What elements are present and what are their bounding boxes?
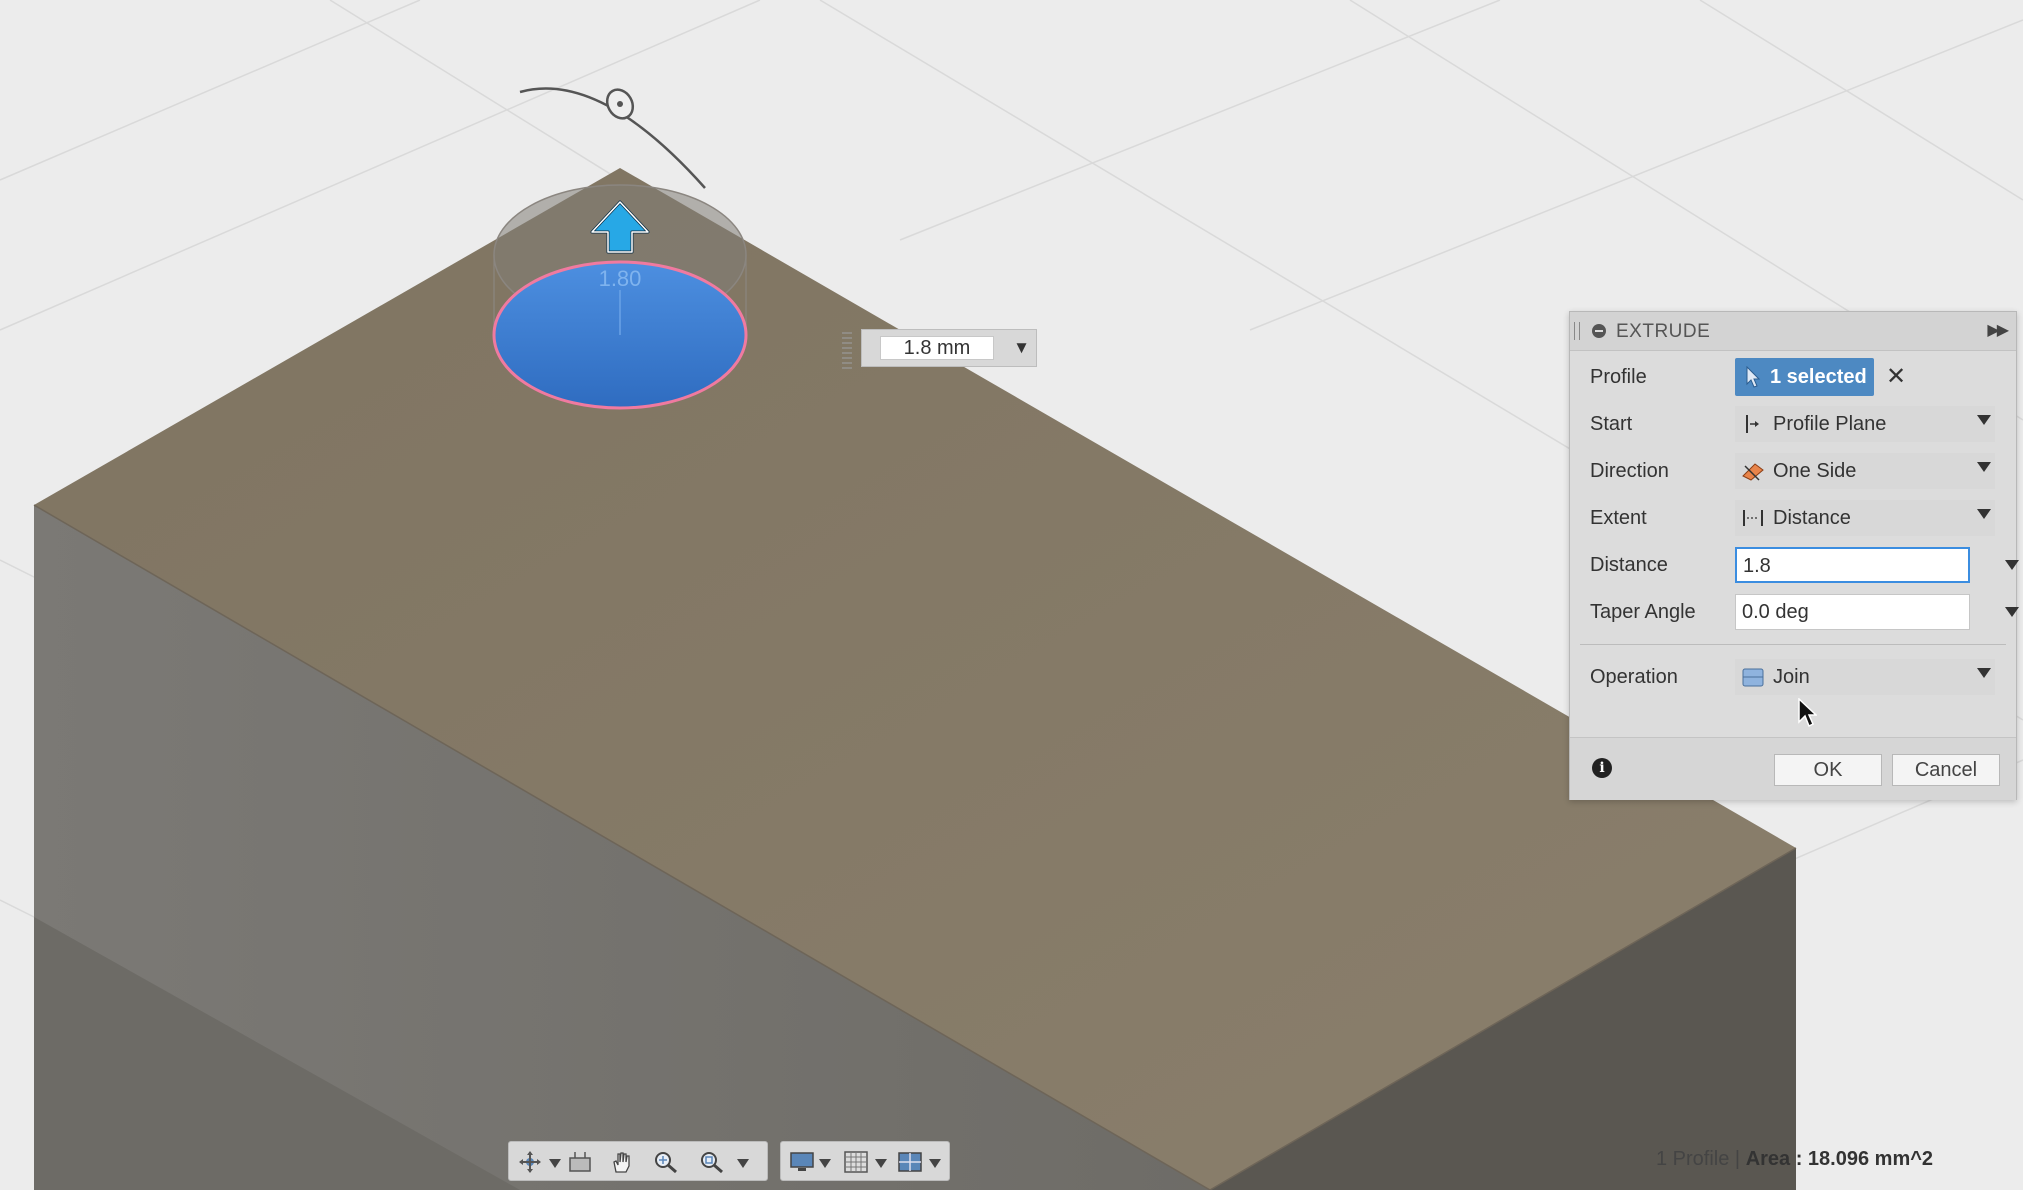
distance-value: 1.8 [1743, 555, 1771, 577]
chevron-down-icon[interactable] [737, 1159, 749, 1168]
chevron-down-icon[interactable] [549, 1159, 561, 1168]
direction-dropdown[interactable]: One Side [1735, 453, 1995, 489]
taper-angle-value: 0.0 deg [1742, 601, 1809, 623]
zoom-icon[interactable] [653, 1150, 679, 1174]
orbit-icon[interactable] [517, 1150, 543, 1174]
mouse-pointer-icon [1798, 698, 1817, 728]
status-readout: 1 Profile | Area : 18.096 mm^2 [1656, 1148, 1933, 1171]
operation-value: Join [1773, 666, 1810, 688]
taper-angle-handle[interactable] [602, 85, 638, 123]
distance-manipulator-box: 1.8 mm ▼ [861, 329, 1037, 367]
look-at-icon[interactable] [567, 1150, 593, 1174]
pan-icon[interactable] [609, 1150, 635, 1174]
collapse-icon[interactable] [1592, 324, 1606, 338]
chevron-down-icon[interactable] [929, 1159, 941, 1168]
extrude-dialog: EXTRUDE ▶▶ Profile 1 selected ✕ Start Pr… [1569, 311, 2019, 800]
operation-dropdown[interactable]: Join [1735, 659, 1995, 695]
display-toolbar [780, 1141, 950, 1181]
profile-count: 1 Profile [1656, 1148, 1730, 1170]
cancel-button[interactable]: Cancel [1892, 754, 2000, 786]
join-icon [1742, 668, 1764, 687]
profile-selection-button[interactable]: 1 selected [1735, 358, 1874, 396]
clear-selection-icon[interactable]: ✕ [1886, 362, 1906, 391]
distance-icon [1743, 510, 1763, 526]
operation-label: Operation [1590, 666, 1678, 688]
chevron-down-icon[interactable] [819, 1159, 831, 1168]
profile-plane-icon [1746, 415, 1759, 433]
distance-manipulator-input[interactable]: 1.8 mm [880, 336, 994, 360]
start-value: Profile Plane [1773, 413, 1887, 435]
chevron-down-icon[interactable] [875, 1159, 887, 1168]
direction-value: One Side [1773, 460, 1857, 482]
divider [1580, 644, 2006, 645]
chevron-down-icon [1977, 462, 1991, 472]
profile-label: Profile [1590, 366, 1647, 388]
dialog-title: EXTRUDE [1616, 321, 1711, 342]
chevron-down-icon [1977, 509, 1991, 519]
status-separator: | [1729, 1148, 1746, 1170]
taper-angle-input[interactable]: 0.0 deg [1735, 594, 1970, 630]
grid-icon[interactable] [843, 1150, 869, 1174]
chevron-down-icon [1977, 415, 1991, 425]
drag-handle-icon[interactable] [1574, 322, 1580, 340]
display-settings-icon[interactable] [789, 1150, 815, 1174]
extent-value: Distance [1773, 507, 1851, 529]
select-cursor-icon [1746, 366, 1761, 388]
taper-angle-label: Taper Angle [1590, 601, 1696, 623]
dialog-header[interactable]: EXTRUDE ▶▶ [1570, 312, 2016, 351]
one-side-icon [1742, 463, 1764, 481]
dimension-label: 1.80 [599, 266, 642, 291]
ok-button[interactable]: OK [1774, 754, 1882, 786]
manipulator-drag-grip[interactable] [842, 329, 852, 369]
distance-input[interactable]: 1.8 [1735, 547, 1970, 583]
dialog-footer: i OK Cancel [1570, 737, 2016, 800]
start-dropdown[interactable]: Profile Plane [1735, 406, 1995, 442]
navigation-toolbar [508, 1141, 768, 1181]
viewports-icon[interactable] [897, 1150, 923, 1174]
chevron-down-icon [1977, 668, 1991, 678]
expand-icon[interactable]: ▶▶ [1987, 320, 2009, 340]
extent-dropdown[interactable]: Distance [1735, 500, 1995, 536]
info-icon[interactable]: i [1592, 758, 1612, 778]
direction-label: Direction [1590, 460, 1669, 482]
chevron-down-icon[interactable]: ▼ [1013, 338, 1030, 358]
extent-label: Extent [1590, 507, 1647, 529]
distance-label: Distance [1590, 554, 1668, 576]
area-readout: Area : 18.096 mm^2 [1745, 1148, 1934, 1170]
chevron-down-icon[interactable] [2005, 607, 2019, 617]
profile-selection-text: 1 selected [1770, 366, 1867, 388]
chevron-down-icon[interactable] [2005, 560, 2019, 570]
start-label: Start [1590, 413, 1633, 435]
fit-icon[interactable] [699, 1150, 725, 1174]
